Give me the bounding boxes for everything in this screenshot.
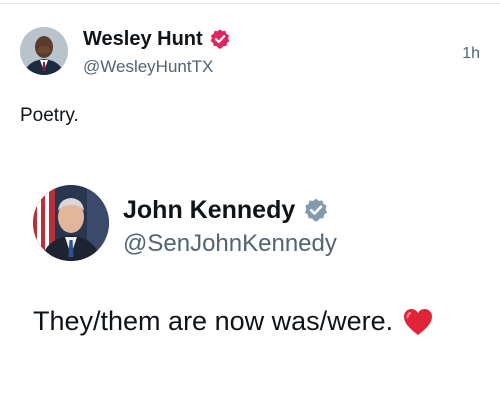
author-name[interactable]: Wesley Hunt bbox=[83, 28, 203, 51]
avatar-portrait-icon bbox=[20, 27, 68, 75]
red-heart-icon bbox=[403, 308, 433, 336]
quoted-tweet-text: They/them are now was/were. bbox=[33, 306, 394, 336]
top-divider bbox=[0, 3, 500, 4]
verified-badge-icon bbox=[303, 197, 329, 223]
quoted-author-name-row: John Kennedy bbox=[123, 195, 329, 225]
avatar[interactable] bbox=[20, 27, 68, 75]
verified-badge-icon bbox=[209, 28, 231, 50]
quoted-avatar[interactable] bbox=[33, 185, 109, 261]
tweet-text: Poetry. bbox=[20, 105, 79, 126]
author-handle[interactable]: @WesleyHuntTX bbox=[83, 57, 213, 77]
quoted-tweet-text-row: They/them are now was/were. bbox=[33, 306, 433, 337]
timestamp[interactable]: 1h bbox=[462, 45, 480, 63]
quoted-author-handle[interactable]: @SenJohnKennedy bbox=[123, 230, 337, 258]
quoted-avatar-portrait-icon bbox=[33, 185, 109, 261]
quoted-author-name[interactable]: John Kennedy bbox=[123, 196, 295, 225]
author-name-row: Wesley Hunt bbox=[83, 27, 231, 51]
